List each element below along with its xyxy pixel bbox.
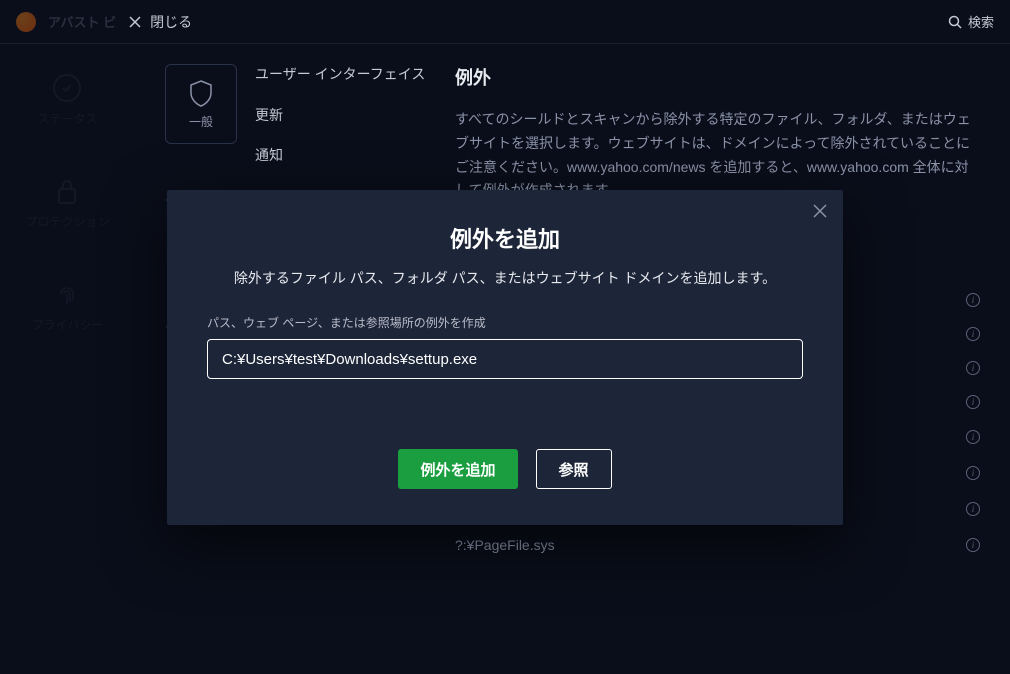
modal-description: 除外するファイル パス、フォルダ パス、またはウェブサイト ドメインを追加します… [207,268,803,288]
close-icon [813,204,827,218]
modal-title: 例外を追加 [207,222,803,254]
add-exception-modal: 例外を追加 除外するファイル パス、フォルダ パス、またはウェブサイト ドメイン… [167,190,843,525]
browse-button[interactable]: 参照 [536,449,612,489]
modal-actions: 例外を追加 参照 [207,449,803,489]
exception-path-input[interactable] [207,339,803,379]
modal-overlay: 例外を追加 除外するファイル パス、フォルダ パス、またはウェブサイト ドメイン… [0,0,1010,674]
add-exception-button[interactable]: 例外を追加 [398,449,517,489]
input-label: パス、ウェブ ページ、または参照場所の例外を作成 [207,314,803,331]
modal-close-button[interactable] [813,204,827,218]
